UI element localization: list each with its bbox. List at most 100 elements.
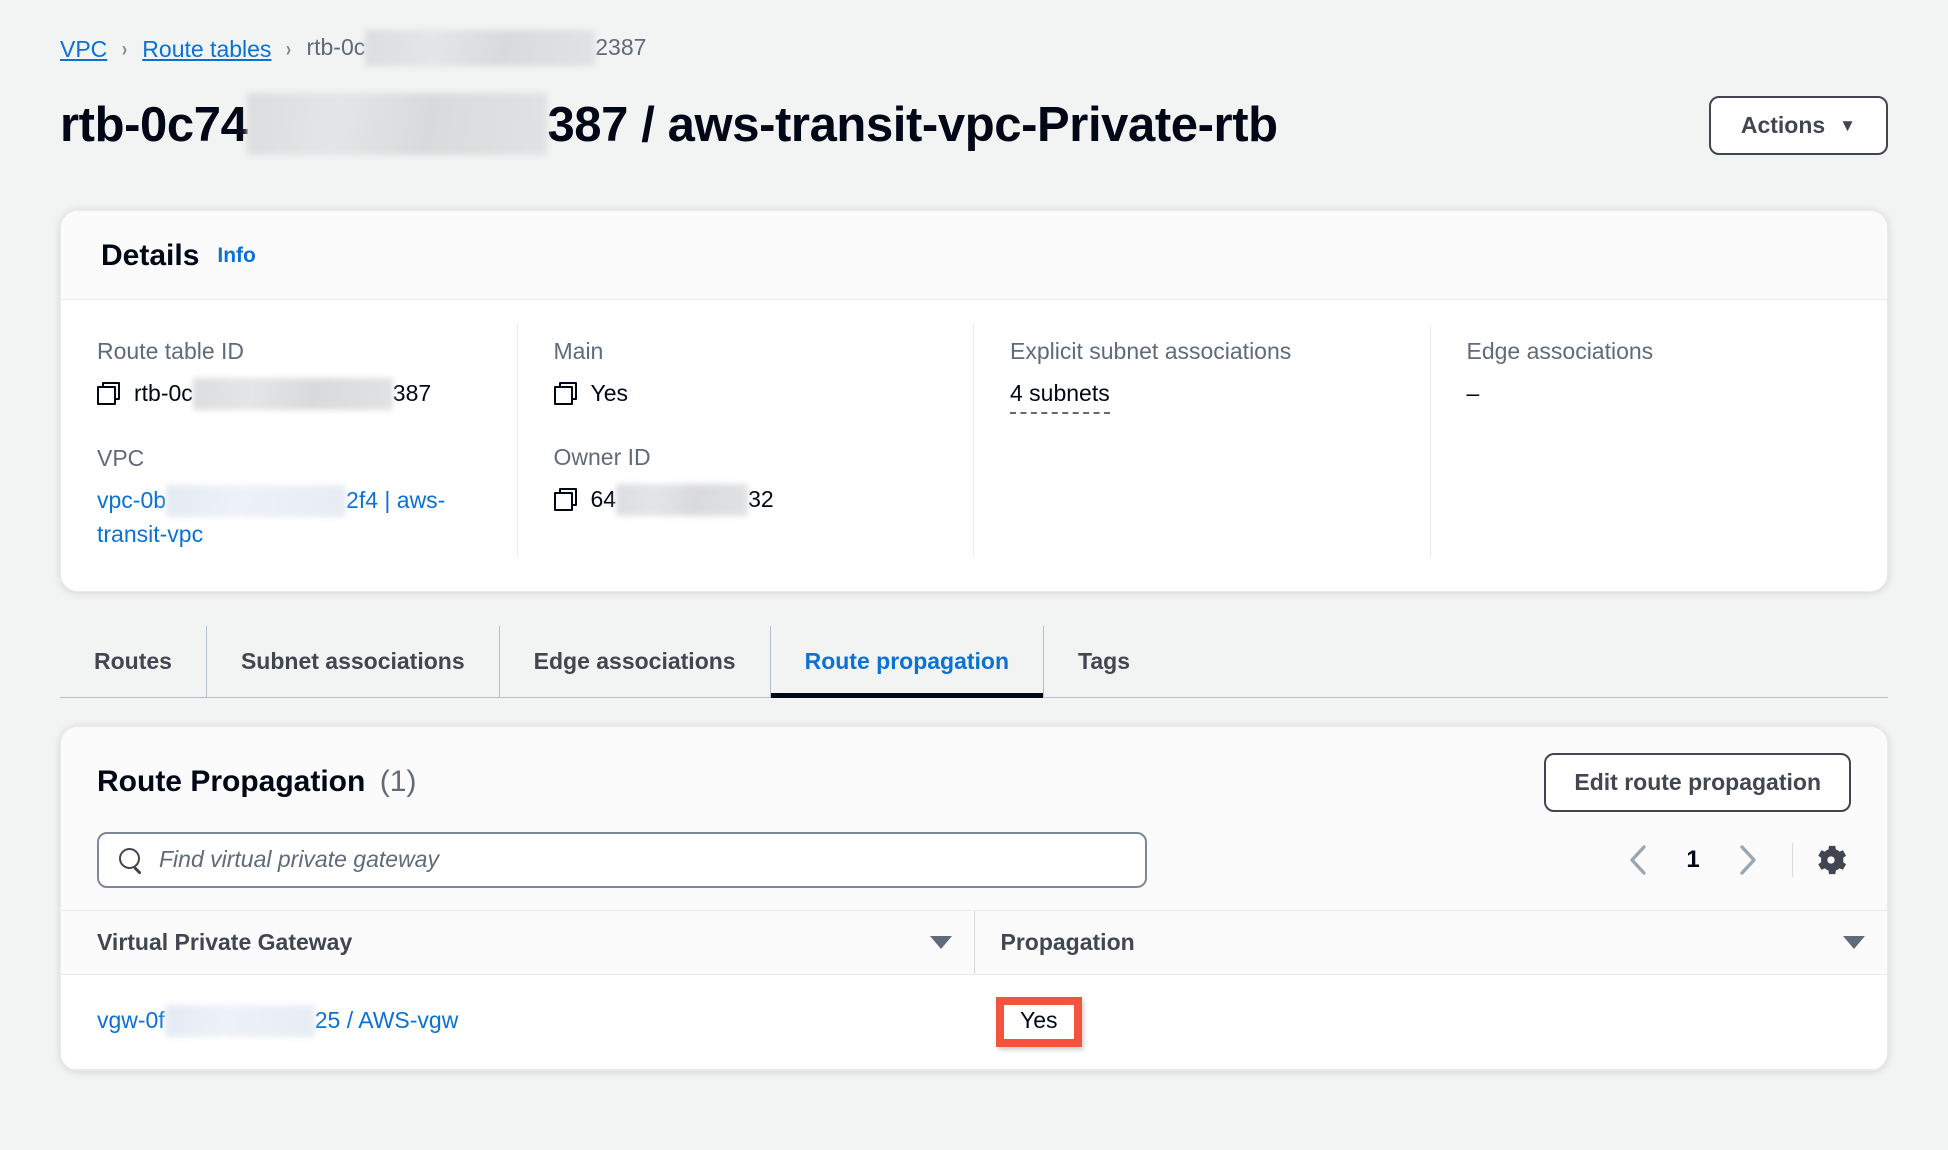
breadcrumb-separator-icon: › — [286, 37, 292, 61]
details-panel: Details Info Route table ID rtb-0c 387 VP… — [60, 210, 1888, 592]
field-main: Main Yes — [553, 338, 938, 410]
copy-icon[interactable] — [553, 487, 577, 511]
breadcrumb: VPC › Route tables › rtb-0c 2387 — [60, 0, 1888, 66]
value-prefix: vgw-0f — [97, 1006, 165, 1033]
pagination: 1 — [1612, 834, 1851, 886]
value-prefix: rtb-0c — [134, 380, 193, 406]
details-info-link[interactable]: Info — [217, 244, 255, 268]
details-column-3: Explicit subnet associations 4 subnets — [974, 324, 1431, 557]
propagation-value: Yes — [1020, 1006, 1058, 1033]
tab-subnet-associations[interactable]: Subnet associations — [207, 625, 500, 697]
field-value: 4 subnets — [1010, 377, 1394, 414]
details-column-1: Route table ID rtb-0c 387 VPC vpc-0b 2f4 |… — [61, 324, 518, 557]
actions-button-label: Actions — [1740, 111, 1826, 138]
breadcrumb-separator-icon: › — [122, 37, 128, 61]
route-propagation-header: Route Propagation (1) Edit route propaga… — [61, 726, 1887, 910]
redacted-block — [616, 483, 749, 516]
field-value: – — [1467, 377, 1852, 410]
column-header-label: Propagation — [1000, 928, 1135, 955]
breadcrumb-current-suffix: 2387 — [595, 34, 647, 61]
chevron-left-icon[interactable] — [1612, 834, 1664, 886]
sort-descending-icon[interactable] — [929, 935, 952, 949]
vpc-link[interactable]: vpc-0b 2f4 | aws-transit-vpc — [97, 484, 445, 547]
table-header-row: Virtual Private Gateway Propagation — [61, 909, 1887, 975]
search-box[interactable] — [97, 831, 1147, 888]
value-prefix: 64 — [590, 485, 617, 512]
tab-routes[interactable]: Routes — [60, 625, 207, 697]
details-panel-header: Details Info — [61, 211, 1887, 300]
redacted-block — [365, 30, 596, 66]
field-label: Main — [553, 338, 604, 364]
sort-descending-icon[interactable] — [1843, 935, 1865, 949]
page-number[interactable]: 1 — [1670, 846, 1716, 874]
field-explicit-subnet-associations: Explicit subnet associations 4 subnets — [1010, 338, 1394, 414]
field-value: 64 32 — [553, 483, 938, 517]
value-prefix: vpc-0b — [97, 486, 167, 513]
explicit-subnet-associations-value[interactable]: 4 subnets — [1010, 377, 1110, 414]
cell-propagation: Yes — [974, 974, 1887, 1071]
table-row: vgw-0f 25 / AWS-vgw Yes — [61, 974, 1887, 1071]
redacted-block — [166, 484, 347, 517]
edit-route-propagation-button[interactable]: Edit route propagation — [1544, 752, 1851, 812]
route-table-id-value: rtb-0c 387 — [134, 377, 431, 411]
tab-tags[interactable]: Tags — [1044, 626, 1164, 697]
field-value: Yes — [553, 377, 938, 410]
column-header-label: Virtual Private Gateway — [97, 928, 353, 955]
search-input[interactable] — [159, 846, 1125, 873]
route-propagation-table: Virtual Private Gateway Propagation vgw-… — [61, 909, 1887, 1071]
details-column-4: Edge associations – — [1431, 324, 1888, 557]
details-grid: Route table ID rtb-0c 387 VPC vpc-0b 2f4 |… — [61, 300, 1887, 591]
copy-icon[interactable] — [553, 382, 577, 405]
edge-associations-value: – — [1466, 380, 1480, 406]
value-suffix: 387 — [392, 380, 432, 406]
cell-virtual-private-gateway: vgw-0f 25 / AWS-vgw — [61, 974, 974, 1071]
route-table-detail-page: VPC › Route tables › rtb-0c 2387 rtb-0c74… — [0, 0, 1948, 1150]
value-suffix: 25 / AWS-vgw — [314, 1006, 459, 1033]
virtual-private-gateway-link[interactable]: vgw-0f 25 / AWS-vgw — [97, 1004, 459, 1037]
details-heading: Details — [101, 239, 200, 272]
actions-button[interactable]: Actions ▼ — [1708, 95, 1888, 155]
field-label: VPC — [97, 444, 145, 471]
field-label: Owner ID — [553, 443, 651, 470]
redacted-block — [192, 377, 393, 410]
copy-icon[interactable] — [97, 382, 120, 405]
tab-bar: Routes Subnet associations Edge associat… — [60, 625, 1888, 698]
route-propagation-title: Route Propagation — [97, 765, 366, 798]
redacted-block — [247, 93, 548, 155]
page-title-suffix: 387 / aws-transit-vpc-Private-rtb — [547, 98, 1278, 152]
field-edge-associations: Edge associations – — [1467, 338, 1852, 410]
page-title: rtb-0c74 387 / aws-transit-vpc-Private-rt… — [60, 93, 1278, 156]
route-propagation-panel: Route Propagation (1) Edit route propaga… — [60, 725, 1888, 1072]
breadcrumb-current-prefix: rtb-0c — [306, 34, 366, 61]
field-owner-id: Owner ID 64 32 — [553, 443, 938, 517]
route-propagation-title-group: Route Propagation (1) — [97, 765, 416, 799]
column-header-propagation[interactable]: Propagation — [973, 909, 1887, 975]
main-value: Yes — [590, 380, 629, 406]
tab-edge-associations[interactable]: Edge associations — [500, 625, 771, 697]
field-label: Route table ID — [97, 338, 245, 364]
chevron-down-icon: ▼ — [1839, 115, 1856, 135]
pagination-divider — [1792, 842, 1793, 877]
owner-id-value: 64 32 — [591, 483, 774, 517]
page-title-prefix: rtb-0c74 — [60, 98, 248, 152]
redacted-block — [164, 1004, 315, 1037]
details-column-2: Main Yes Owner ID 64 32 — [518, 324, 974, 557]
field-value: rtb-0c 387 — [97, 377, 481, 411]
field-value: vpc-0b 2f4 | aws-transit-vpc — [97, 484, 481, 551]
field-label: Explicit subnet associations — [1010, 338, 1292, 364]
field-route-table-id: Route table ID rtb-0c 387 — [97, 338, 481, 411]
breadcrumb-item-route-tables[interactable]: Route tables — [142, 36, 271, 63]
chevron-right-icon[interactable] — [1722, 834, 1774, 886]
column-header-virtual-private-gateway[interactable]: Virtual Private Gateway — [61, 909, 974, 975]
field-label: Edge associations — [1466, 338, 1654, 364]
field-vpc: VPC vpc-0b 2f4 | aws-transit-vpc — [97, 445, 481, 551]
breadcrumb-item-current: rtb-0c 2387 — [306, 30, 647, 67]
tab-route-propagation[interactable]: Route propagation — [770, 625, 1045, 698]
gear-icon[interactable] — [1811, 840, 1851, 880]
propagation-value-highlight: Yes — [996, 996, 1082, 1048]
route-propagation-count: (1) — [379, 765, 417, 798]
page-header: rtb-0c74 387 / aws-transit-vpc-Private-rt… — [60, 82, 1888, 168]
breadcrumb-item-vpc[interactable]: VPC — [60, 36, 107, 63]
search-icon — [119, 847, 143, 872]
value-suffix: 32 — [748, 485, 774, 512]
